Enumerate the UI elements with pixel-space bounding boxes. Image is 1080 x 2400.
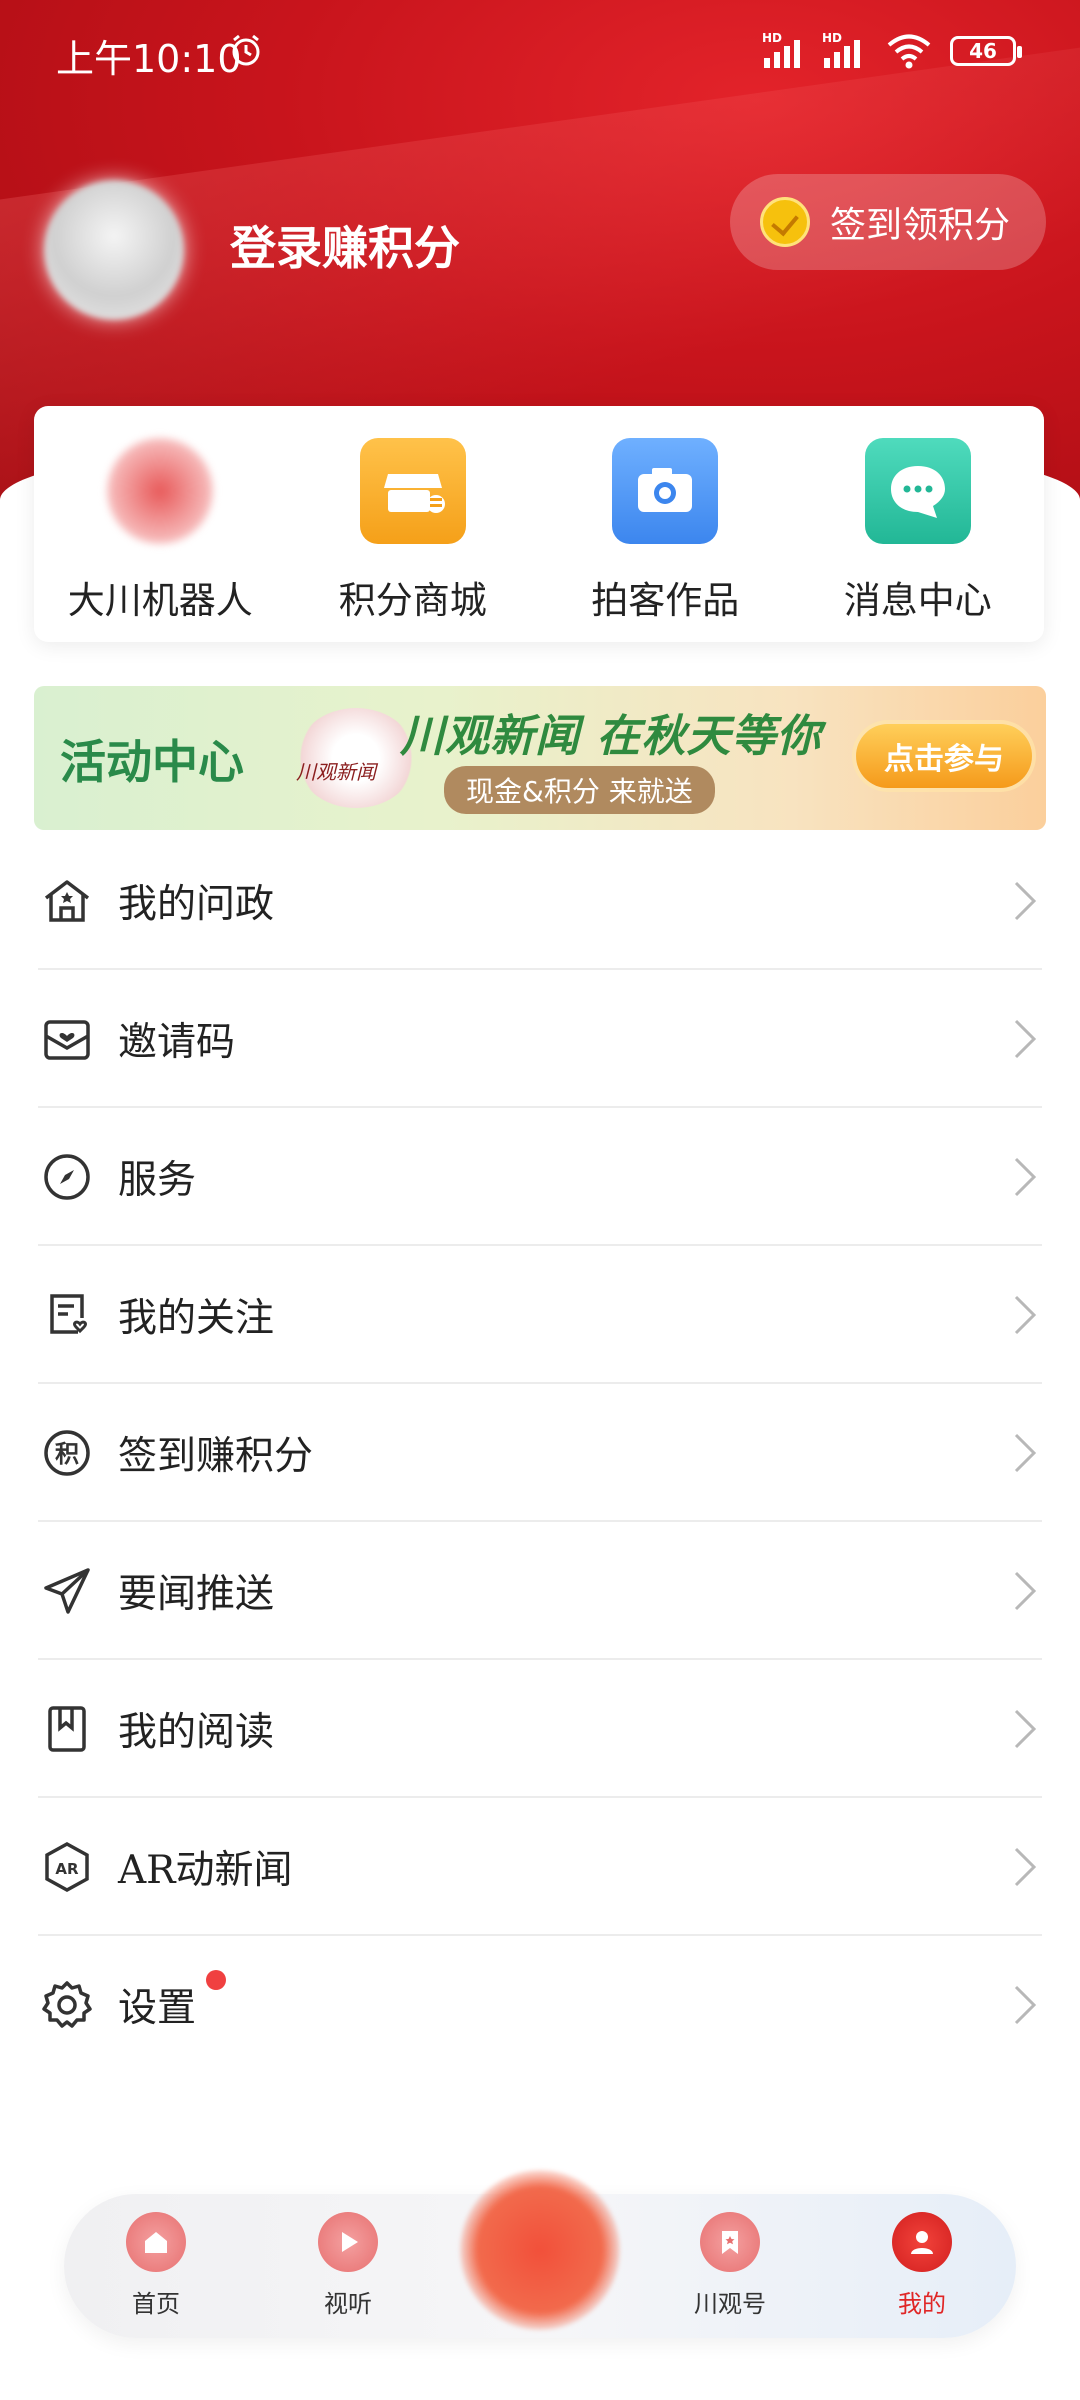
menu-label: 设置 — [118, 1986, 197, 2031]
chevron-right-icon — [1014, 1019, 1037, 1059]
avatar[interactable] — [44, 180, 184, 320]
menu-label: 我的关注 — [118, 1296, 275, 1341]
battery-indicator: 46 — [950, 36, 1022, 66]
tab-label: 我的 — [898, 2290, 946, 2318]
paper-plane-icon — [44, 1568, 90, 1614]
quick-action-messages[interactable]: 消息中心 — [792, 406, 1045, 642]
menu-item-my-follows[interactable]: 我的关注 — [0, 1246, 1080, 1384]
quick-actions-card: 大川机器人 积分商城 拍客作品 消息中心 — [34, 406, 1044, 642]
menu-label: 我的阅读 — [118, 1710, 275, 1755]
tab-label: 首页 — [132, 2290, 180, 2318]
alarm-icon — [232, 34, 260, 66]
menu-label: 签到赚积分 — [118, 1434, 314, 1479]
tab-label: 视听 — [324, 2290, 372, 2318]
menu-label: 要闻推送 — [118, 1572, 275, 1617]
svg-text:HD: HD — [762, 31, 782, 45]
menu-item-my-wenzheng[interactable]: 我的问政 — [0, 832, 1080, 970]
play-icon — [318, 2212, 378, 2272]
menu-item-my-reading[interactable]: 我的阅读 — [0, 1660, 1080, 1798]
mail-heart-icon — [44, 1020, 90, 1060]
house-icon — [44, 880, 90, 922]
camera-icon — [612, 438, 719, 544]
quick-action-robot[interactable]: 大川机器人 — [34, 406, 287, 642]
bookmark-book-icon — [48, 1706, 86, 1752]
tab-home[interactable]: 首页 — [96, 2212, 216, 2319]
banner-join-button[interactable]: 点击参与 — [856, 724, 1032, 788]
points-icon: 积 — [44, 1430, 90, 1476]
menu-label: 服务 — [118, 1158, 197, 1203]
chevron-right-icon — [1014, 1985, 1037, 2025]
quick-action-label: 消息中心 — [843, 579, 992, 622]
tab-media[interactable]: 视听 — [288, 2212, 408, 2319]
bookmark-star-icon — [700, 2212, 760, 2272]
robot-icon — [107, 438, 214, 544]
check-icon — [760, 197, 810, 247]
shop-icon — [359, 438, 466, 544]
chevron-right-icon — [1014, 1433, 1037, 1473]
wifi-icon — [887, 34, 931, 69]
signin-points-button[interactable]: 签到领积分 — [730, 174, 1046, 270]
signal-icon: HD — [822, 31, 860, 68]
quick-action-label: 积分商城 — [338, 579, 487, 622]
menu-list: 我的问政 邀请码 服务 我的关注 积 签到赚积分 要闻推送 我的阅读 AR AR… — [0, 832, 1080, 2074]
chat-bubble-icon — [864, 438, 971, 544]
menu-label: AR动新闻 — [118, 1848, 293, 1893]
notification-dot — [206, 1970, 226, 1990]
home-icon — [126, 2212, 186, 2272]
login-prompt[interactable]: 登录赚积分 — [230, 212, 460, 278]
menu-item-ar-news[interactable]: AR AR动新闻 — [0, 1798, 1080, 1936]
quick-action-paike[interactable]: 拍客作品 — [539, 406, 792, 642]
compass-icon — [44, 1154, 90, 1200]
chevron-right-icon — [1014, 1847, 1037, 1887]
banner-title: 川观新闻 在秋天等你 — [400, 711, 822, 762]
status-time: 上午10:10 — [56, 37, 242, 81]
chevron-right-icon — [1014, 881, 1037, 921]
follow-list-icon — [50, 1294, 87, 1334]
center-action-button[interactable] — [460, 2170, 620, 2330]
banner-activity-center: 活动中心 — [60, 735, 244, 789]
signin-label: 签到领积分 — [830, 205, 1011, 246]
menu-item-invite-code[interactable]: 邀请码 — [0, 970, 1080, 1108]
menu-item-signin-points[interactable]: 积 签到赚积分 — [0, 1384, 1080, 1522]
banner-logo-text: 川观新闻 — [296, 760, 376, 784]
quick-action-label: 大川机器人 — [67, 579, 253, 622]
quick-action-label: 拍客作品 — [591, 579, 740, 622]
chevron-right-icon — [1014, 1571, 1037, 1611]
chevron-right-icon — [1014, 1157, 1037, 1197]
svg-text:积: 积 — [55, 1440, 79, 1468]
signal-icon: HD — [762, 31, 800, 68]
chevron-right-icon — [1014, 1295, 1037, 1335]
tab-mine[interactable]: 我的 — [862, 2212, 982, 2319]
svg-text:HD: HD — [822, 31, 842, 45]
user-icon — [892, 2212, 952, 2272]
menu-label: 我的问政 — [118, 882, 275, 927]
menu-item-services[interactable]: 服务 — [0, 1108, 1080, 1246]
menu-item-news-push[interactable]: 要闻推送 — [0, 1522, 1080, 1660]
status-bar: 上午10:10 HD HD 46 — [0, 0, 1080, 100]
svg-text:AR: AR — [55, 1860, 79, 1878]
quick-action-points-mall[interactable]: 积分商城 — [287, 406, 540, 642]
activity-banner[interactable]: 活动中心 川观新闻 川观新闻 在秋天等你 现金&积分 来就送 点击参与 — [34, 686, 1046, 830]
chevron-right-icon — [1014, 1709, 1037, 1749]
tab-chuanguanhao[interactable]: 川观号 — [670, 2212, 790, 2319]
tab-label: 川观号 — [694, 2290, 766, 2318]
menu-item-settings[interactable]: 设置 — [0, 1936, 1080, 2074]
menu-label: 邀请码 — [118, 1020, 236, 1065]
banner-subtitle: 现金&积分 来就送 — [444, 766, 715, 814]
gear-icon — [42, 1981, 92, 2028]
ar-hexagon-icon: AR — [45, 1842, 89, 1892]
